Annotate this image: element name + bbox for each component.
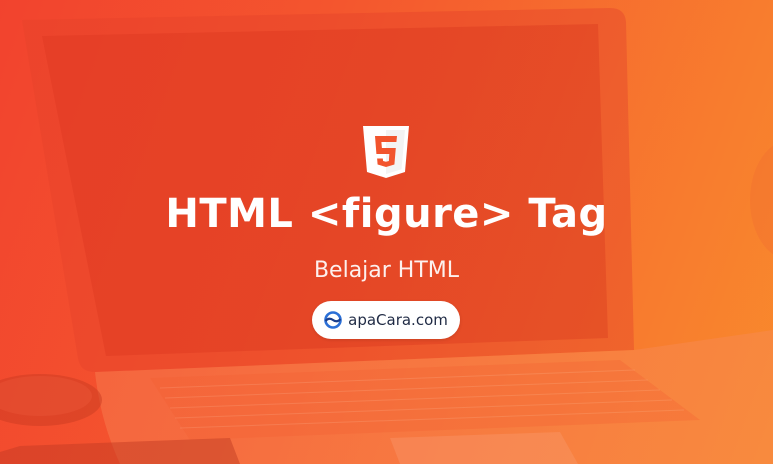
html5-icon [363, 126, 409, 178]
page-title: HTML <figure> Tag [165, 191, 608, 237]
site-label: apaCara.com [348, 311, 448, 329]
page-subtitle: Belajar HTML [313, 258, 460, 283]
banner-content: HTML <figure> Tag Belajar HTML apaCara.c… [0, 0, 773, 464]
site-badge[interactable]: apaCara.com [312, 301, 460, 339]
article-banner: HTML <figure> Tag Belajar HTML apaCara.c… [0, 0, 773, 464]
apacara-logo-icon [324, 311, 342, 329]
